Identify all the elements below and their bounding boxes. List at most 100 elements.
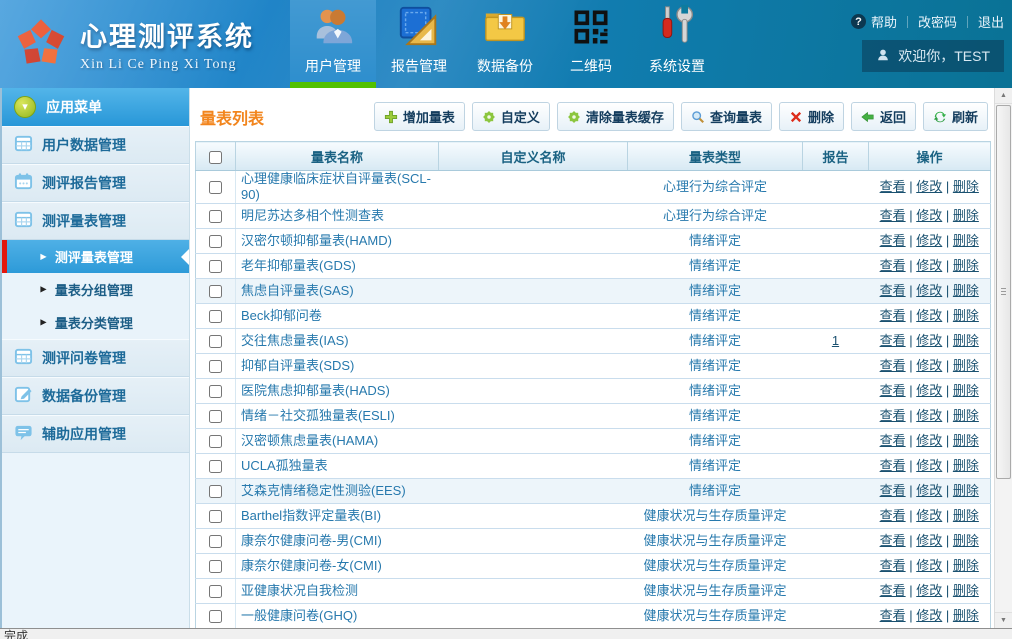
select-all-checkbox[interactable] [209, 151, 222, 164]
edit-link[interactable]: 修改 [916, 583, 942, 598]
row-checkbox[interactable] [209, 560, 222, 573]
delete-link[interactable]: 删除 [953, 608, 979, 623]
edit-link[interactable]: 修改 [916, 208, 942, 223]
edit-link[interactable]: 修改 [916, 433, 942, 448]
view-link[interactable]: 查看 [880, 258, 906, 273]
delete-link[interactable]: 删除 [953, 179, 979, 194]
delete-link[interactable]: 删除 [953, 208, 979, 223]
edit-link[interactable]: 修改 [916, 508, 942, 523]
delete-link[interactable]: 删除 [953, 508, 979, 523]
delete-link[interactable]: 删除 [953, 258, 979, 273]
edit-link[interactable]: 修改 [916, 483, 942, 498]
edit-link[interactable]: 修改 [916, 608, 942, 623]
delete-link[interactable]: 删除 [953, 408, 979, 423]
row-checkbox[interactable] [209, 535, 222, 548]
delete-link[interactable]: 删除 [953, 383, 979, 398]
edit-link[interactable]: 修改 [916, 408, 942, 423]
view-link[interactable]: 查看 [880, 179, 906, 194]
edit-link[interactable]: 修改 [916, 283, 942, 298]
sidebar-item-auxiliary-apps[interactable]: 辅助应用管理 [2, 415, 189, 453]
row-checkbox[interactable] [209, 510, 222, 523]
sidebar-header[interactable]: ▾ 应用菜单 [2, 88, 189, 126]
sidebar-item-report-management[interactable]: 测评报告管理 [2, 164, 189, 202]
vertical-scrollbar[interactable]: ▲ ▼ [994, 88, 1012, 628]
edit-link[interactable]: 修改 [916, 179, 942, 194]
back-button[interactable]: 返回 [851, 102, 916, 131]
row-checkbox[interactable] [209, 485, 222, 498]
view-link[interactable]: 查看 [880, 483, 906, 498]
row-checkbox[interactable] [209, 210, 222, 223]
view-link[interactable]: 查看 [880, 458, 906, 473]
sidebar-subitem-scale-management[interactable]: ▶ 测评量表管理 [2, 240, 189, 273]
refresh-button[interactable]: 刷新 [923, 102, 988, 131]
add-scale-button[interactable]: 增加量表 [374, 102, 465, 131]
nav-item-report-management[interactable]: 报告管理 [376, 0, 462, 88]
delete-link[interactable]: 删除 [953, 433, 979, 448]
view-link[interactable]: 查看 [880, 208, 906, 223]
view-link[interactable]: 查看 [880, 333, 906, 348]
delete-link[interactable]: 删除 [953, 558, 979, 573]
view-link[interactable]: 查看 [880, 558, 906, 573]
row-checkbox[interactable] [209, 181, 222, 194]
row-checkbox[interactable] [209, 360, 222, 373]
delete-link[interactable]: 删除 [953, 308, 979, 323]
view-link[interactable]: 查看 [880, 308, 906, 323]
delete-link[interactable]: 删除 [953, 283, 979, 298]
scrollbar-thumb[interactable] [996, 105, 1011, 479]
delete-link[interactable]: 删除 [953, 583, 979, 598]
view-link[interactable]: 查看 [880, 533, 906, 548]
row-checkbox[interactable] [209, 235, 222, 248]
sidebar-item-questionnaire-management[interactable]: 测评问卷管理 [2, 339, 189, 377]
sidebar-item-scale-management[interactable]: 测评量表管理 [2, 202, 189, 240]
logout-link[interactable]: 退出 [978, 12, 1004, 31]
view-link[interactable]: 查看 [880, 383, 906, 398]
row-checkbox[interactable] [209, 410, 222, 423]
delete-link[interactable]: 删除 [953, 458, 979, 473]
help-link[interactable]: 帮助 [871, 12, 897, 31]
delete-link[interactable]: 删除 [953, 483, 979, 498]
edit-link[interactable]: 修改 [916, 533, 942, 548]
edit-link[interactable]: 修改 [916, 258, 942, 273]
delete-link[interactable]: 删除 [953, 533, 979, 548]
change-password-link[interactable]: 改密码 [918, 12, 957, 31]
view-link[interactable]: 查看 [880, 283, 906, 298]
sidebar-item-backup-management[interactable]: 数据备份管理 [2, 377, 189, 415]
row-checkbox[interactable] [209, 260, 222, 273]
row-checkbox[interactable] [209, 435, 222, 448]
view-link[interactable]: 查看 [880, 233, 906, 248]
clear-scale-cache-button[interactable]: 清除量表缓存 [557, 102, 674, 131]
view-link[interactable]: 查看 [880, 583, 906, 598]
delete-button[interactable]: 删除 [779, 102, 844, 131]
row-checkbox[interactable] [209, 335, 222, 348]
nav-item-system-settings[interactable]: 系统设置 [634, 0, 720, 88]
scroll-down-arrow-icon[interactable]: ▼ [995, 612, 1012, 628]
customize-button[interactable]: 自定义 [472, 102, 550, 131]
nav-item-data-backup[interactable]: 数据备份 [462, 0, 548, 88]
row-checkbox[interactable] [209, 460, 222, 473]
delete-link[interactable]: 删除 [953, 233, 979, 248]
delete-link[interactable]: 删除 [953, 358, 979, 373]
view-link[interactable]: 查看 [880, 608, 906, 623]
row-checkbox[interactable] [209, 285, 222, 298]
row-checkbox[interactable] [209, 585, 222, 598]
sidebar-item-user-data[interactable]: 用户数据管理 [2, 126, 189, 164]
sidebar-subitem-scale-grouping[interactable]: ▶ 量表分组管理 [2, 273, 189, 306]
view-link[interactable]: 查看 [880, 408, 906, 423]
edit-link[interactable]: 修改 [916, 308, 942, 323]
edit-link[interactable]: 修改 [916, 358, 942, 373]
view-link[interactable]: 查看 [880, 433, 906, 448]
row-checkbox[interactable] [209, 310, 222, 323]
view-link[interactable]: 查看 [880, 508, 906, 523]
edit-link[interactable]: 修改 [916, 333, 942, 348]
row-checkbox[interactable] [209, 610, 222, 623]
report-count-link[interactable]: 1 [832, 333, 839, 348]
sidebar-subitem-scale-category[interactable]: ▶ 量表分类管理 [2, 306, 189, 339]
nav-item-qrcode[interactable]: 二维码 [548, 0, 634, 88]
view-link[interactable]: 查看 [880, 358, 906, 373]
nav-item-user-management[interactable]: 用户管理 [290, 0, 376, 88]
row-checkbox[interactable] [209, 385, 222, 398]
edit-link[interactable]: 修改 [916, 458, 942, 473]
edit-link[interactable]: 修改 [916, 558, 942, 573]
delete-link[interactable]: 删除 [953, 333, 979, 348]
search-scale-button[interactable]: 查询量表 [681, 102, 772, 131]
